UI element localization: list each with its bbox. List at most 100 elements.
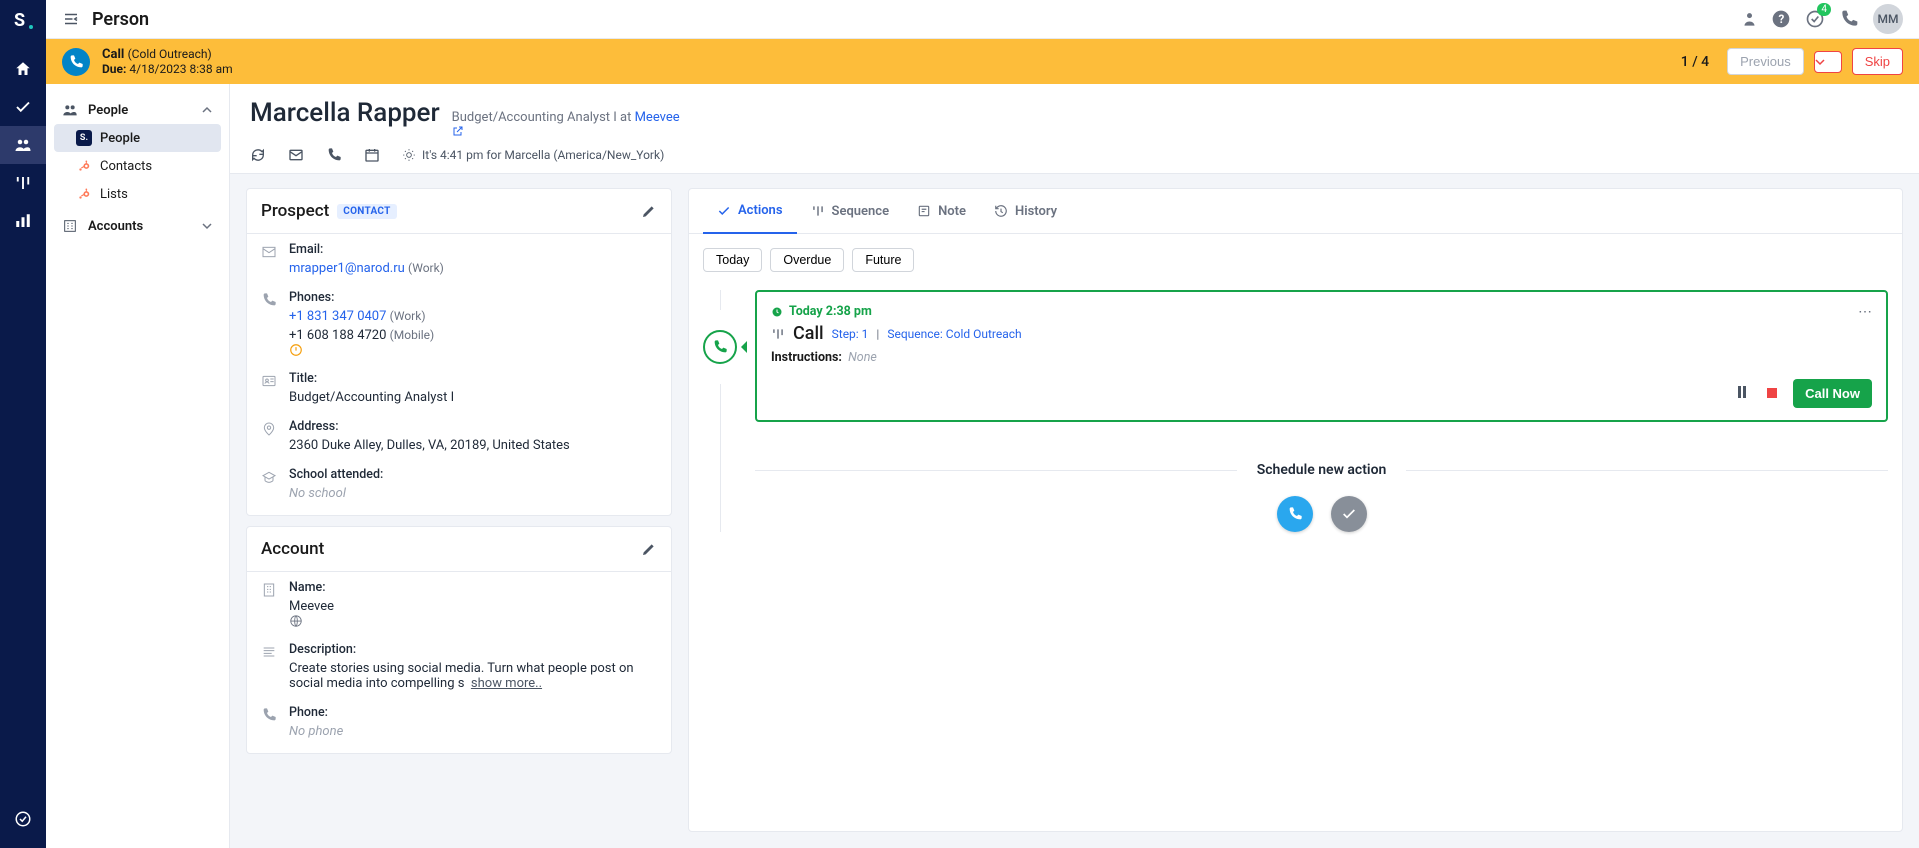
email-value[interactable]: mrapper1@narod.ru bbox=[289, 261, 405, 276]
chevron-up-icon bbox=[201, 104, 213, 116]
filter-today[interactable]: Today bbox=[703, 248, 762, 272]
edit-icon[interactable] bbox=[641, 541, 657, 557]
sidebar-item-people[interactable]: S. People bbox=[54, 124, 221, 152]
app-logo: S bbox=[11, 8, 35, 32]
sidebar-item-people-label: People bbox=[100, 131, 140, 146]
globe-icon[interactable] bbox=[289, 614, 657, 628]
sidebar-group-accounts[interactable]: Accounts bbox=[54, 212, 221, 240]
timeline-call-node bbox=[703, 330, 737, 364]
rail-tasks[interactable] bbox=[0, 88, 46, 126]
person-subtitle: Budget/Accounting Analyst I at Meevee bbox=[452, 110, 686, 137]
show-more-link[interactable]: show more.. bbox=[471, 676, 542, 691]
phone2-type: (Mobile) bbox=[390, 328, 435, 342]
action-sequence[interactable]: Sequence: Cold Outreach bbox=[887, 327, 1021, 341]
notification-count: 4 bbox=[1817, 3, 1831, 16]
call-icon bbox=[62, 48, 90, 76]
banner-counter: 1 / 4 bbox=[1681, 54, 1709, 70]
schedule-divider: Schedule new action bbox=[755, 462, 1888, 478]
email-label: Email: bbox=[289, 242, 657, 257]
account-card: Account Name: Meevee bbox=[246, 526, 672, 754]
sync-icon[interactable] bbox=[250, 147, 266, 163]
email-icon[interactable] bbox=[288, 147, 304, 163]
chevron-down-icon bbox=[201, 220, 213, 232]
schedule-task-button[interactable] bbox=[1331, 496, 1367, 532]
banner-action-sub: (Cold Outreach) bbox=[128, 47, 212, 61]
hubspot-icon bbox=[76, 186, 92, 202]
email-type: (Work) bbox=[408, 261, 444, 275]
open-external-icon[interactable] bbox=[452, 125, 686, 137]
building-icon bbox=[261, 580, 277, 628]
app-mini-icon: S. bbox=[76, 130, 92, 146]
timeline-rail bbox=[703, 290, 737, 532]
mail-icon bbox=[261, 242, 277, 276]
rail-settings[interactable] bbox=[0, 800, 46, 838]
user-avatar[interactable]: MM bbox=[1873, 4, 1903, 34]
account-title: Account bbox=[261, 539, 324, 559]
instructions-label: Instructions: bbox=[771, 350, 842, 365]
svg-text:?: ? bbox=[1779, 12, 1785, 26]
tab-history[interactable]: History bbox=[980, 189, 1071, 233]
page-title: Person bbox=[92, 9, 149, 30]
stop-icon[interactable] bbox=[1763, 386, 1781, 402]
warning-icon[interactable] bbox=[289, 343, 657, 357]
menu-toggle-icon[interactable] bbox=[62, 10, 80, 28]
description-label: Description: bbox=[289, 642, 657, 657]
action-title: Call bbox=[793, 323, 824, 344]
phone-icon[interactable] bbox=[326, 147, 342, 163]
sidebar-item-lists-label: Lists bbox=[100, 187, 128, 202]
person-header: Marcella Rapper Budget/Accounting Analys… bbox=[230, 84, 1919, 173]
rail-sequences[interactable] bbox=[0, 164, 46, 202]
tab-note[interactable]: Note bbox=[903, 189, 980, 233]
person-name: Marcella Rapper bbox=[250, 98, 440, 128]
tab-sequence[interactable]: Sequence bbox=[797, 189, 904, 233]
rail-home[interactable] bbox=[0, 50, 46, 88]
phone1-value[interactable]: +1 831 347 0407 bbox=[289, 309, 386, 324]
pause-icon[interactable] bbox=[1733, 386, 1751, 402]
school-icon bbox=[261, 467, 277, 501]
tab-actions[interactable]: Actions bbox=[703, 189, 797, 234]
left-rail: S bbox=[0, 0, 46, 848]
call-now-button[interactable]: Call Now bbox=[1793, 379, 1872, 408]
action-step[interactable]: Step: 1 bbox=[832, 327, 869, 341]
rail-reports[interactable] bbox=[0, 202, 46, 240]
more-icon[interactable]: ⋯ bbox=[1858, 304, 1872, 320]
company-link[interactable]: Meevee bbox=[635, 110, 680, 125]
account-name-value: Meevee bbox=[289, 599, 334, 614]
description-icon bbox=[261, 642, 277, 691]
filter-overdue[interactable]: Overdue bbox=[770, 248, 844, 272]
action-time: Today 2:38 pm bbox=[789, 304, 872, 319]
notifications-icon[interactable]: 4 bbox=[1805, 9, 1825, 29]
help-icon[interactable]: ? bbox=[1771, 9, 1791, 29]
dialer-icon[interactable] bbox=[1839, 9, 1859, 29]
filter-future[interactable]: Future bbox=[852, 248, 914, 272]
action-item: ⋯ Today 2:38 pm Call bbox=[755, 290, 1888, 422]
topbar: Person ? 4 MM bbox=[46, 0, 1919, 39]
activity-tabs: Actions Sequence Note bbox=[689, 189, 1902, 234]
calendar-icon[interactable] bbox=[364, 147, 380, 163]
local-time: It's 4:41 pm for Marcella (America/New_Y… bbox=[402, 148, 664, 162]
skip-button[interactable]: Skip bbox=[1852, 48, 1903, 75]
instructions-value: None bbox=[848, 350, 877, 365]
previous-button[interactable]: Previous bbox=[1727, 48, 1804, 75]
edit-icon[interactable] bbox=[641, 203, 657, 219]
hubspot-icon bbox=[76, 158, 92, 174]
description-value: Create stories using social media. Turn … bbox=[289, 661, 634, 691]
schedule-call-button[interactable] bbox=[1277, 496, 1313, 532]
sidebar-item-contacts-label: Contacts bbox=[100, 159, 152, 174]
account-phone-label: Phone: bbox=[289, 705, 657, 720]
id-icon bbox=[261, 371, 277, 405]
sidebar-group-people[interactable]: People bbox=[54, 96, 221, 124]
phone-list-icon bbox=[261, 290, 277, 357]
invite-icon[interactable] bbox=[1737, 9, 1757, 29]
sidebar-item-contacts[interactable]: Contacts bbox=[54, 152, 221, 180]
rail-people[interactable] bbox=[0, 126, 46, 164]
sidebar: People S. People Contacts bbox=[46, 84, 230, 848]
sidebar-item-lists[interactable]: Lists bbox=[54, 180, 221, 208]
phone1-type: (Work) bbox=[390, 309, 426, 323]
banner-caret-button[interactable] bbox=[1814, 51, 1842, 73]
account-name-label: Name: bbox=[289, 580, 657, 595]
address-value: 2360 Duke Alley, Dulles, VA, 20189, Unit… bbox=[289, 438, 657, 453]
contact-tag: CONTACT bbox=[337, 204, 396, 219]
school-label: School attended: bbox=[289, 467, 657, 482]
sidebar-group-people-label: People bbox=[88, 103, 128, 118]
